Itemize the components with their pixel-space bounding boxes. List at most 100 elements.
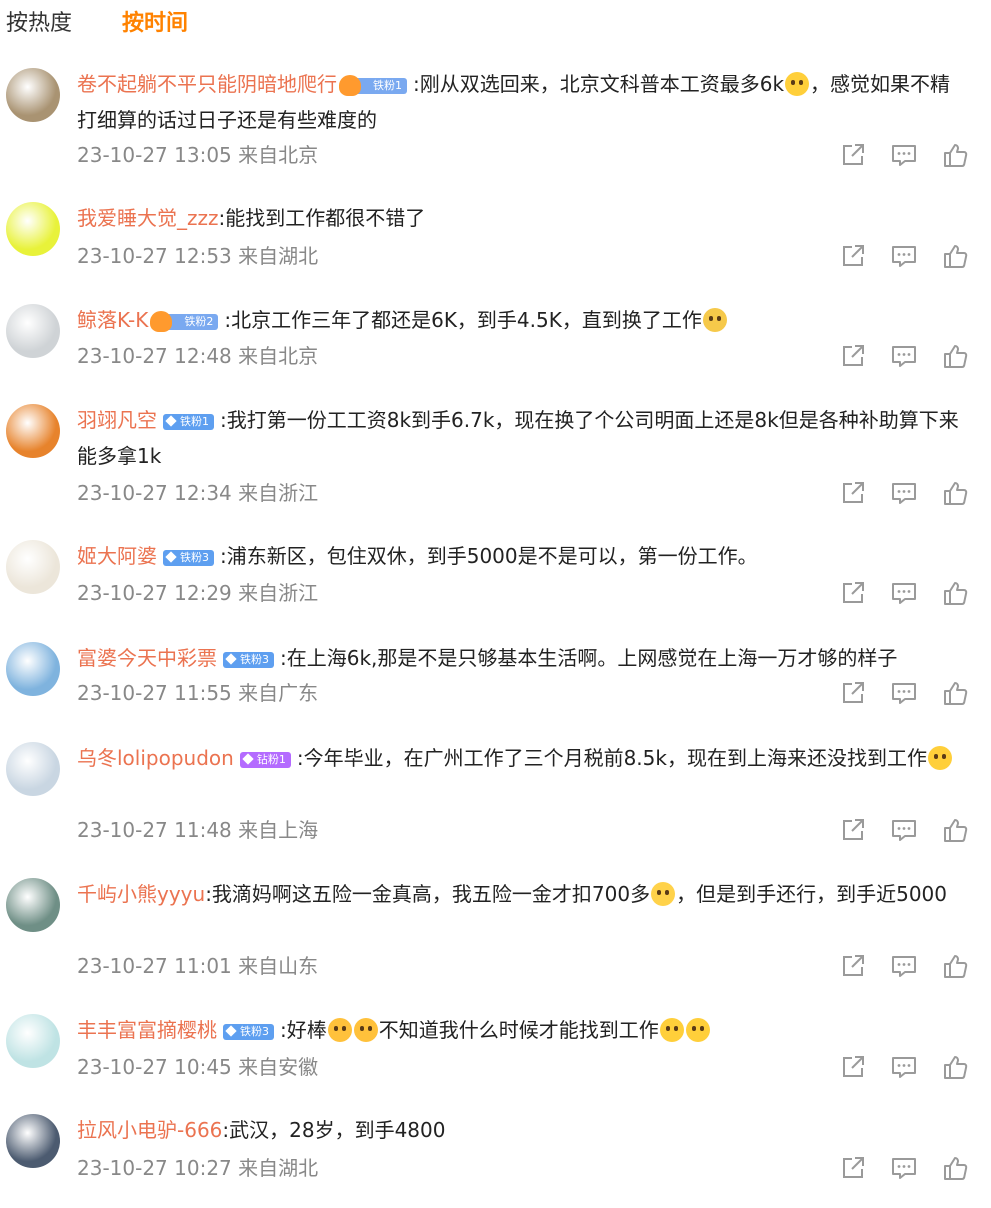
crying-emoji-icon	[785, 72, 810, 96]
comment-meta: 23-10-27 12:53 来自湖北	[77, 244, 319, 268]
fan-badge: 铁粉3	[223, 1024, 274, 1040]
comment-body: 丰丰富富摘樱桃 铁粉3:好棒 不知道我什么时候才能找到工作	[77, 1012, 969, 1048]
avatar[interactable]	[6, 540, 60, 594]
share-icon[interactable]	[839, 141, 867, 169]
username-link[interactable]: 乌冬lolipopudon	[77, 746, 234, 770]
comment-icon[interactable]	[890, 141, 918, 169]
comment-body: 千屿小熊yyyu:我滴妈啊这五险一金真高，我五险一金才扣700多 ，但是到手还行，…	[77, 876, 969, 912]
like-icon[interactable]	[941, 679, 969, 707]
share-icon[interactable]	[839, 952, 867, 980]
comment-text: 羽翊凡空 铁粉1:我打第一份工工资8k到手6.7k，现在换了个公司明面上还是8k但…	[77, 402, 969, 474]
fan-badge: 铁粉3	[163, 550, 214, 566]
comment-meta: 23-10-27 11:55 来自广东	[77, 681, 319, 705]
avatar[interactable]	[6, 1114, 60, 1168]
username-link[interactable]: 我爱睡大觉_zzz	[77, 206, 219, 230]
crying-emoji-icon	[659, 1018, 684, 1042]
like-icon[interactable]	[941, 579, 969, 607]
username-link[interactable]: 卷不起躺不平只能阴暗地爬行	[77, 72, 337, 96]
comment-text-a: :今年毕业，在广州工作了三个月税前8.5k，现在到上海来还没找到工作	[296, 746, 927, 770]
comment-icon[interactable]	[890, 679, 918, 707]
username-link[interactable]: 富婆今天中彩票	[77, 646, 217, 670]
avatar[interactable]	[6, 742, 60, 796]
comment-actions	[839, 952, 969, 980]
comment-text: 鲸落K-K 铁粉2:北京工作三年了都还是6K，到手4.5K，直到换了工作	[77, 302, 969, 338]
avatar[interactable]	[6, 404, 60, 458]
comment-text-a: :在上海6k,那是不是只够基本生活啊。上网感觉在上海一万才够的样子	[280, 646, 898, 670]
comment-body: 羽翊凡空 铁粉1:我打第一份工工资8k到手6.7k，现在换了个公司明面上还是8k但…	[77, 402, 969, 474]
username-link[interactable]: 拉风小电驴-666	[77, 1118, 222, 1142]
share-icon[interactable]	[839, 816, 867, 844]
comment-actions	[839, 679, 969, 707]
comment-text-a: :浦东新区，包住双休，到手5000是不是可以，第一份工作。	[220, 544, 758, 568]
avatar[interactable]	[6, 202, 60, 256]
like-icon[interactable]	[941, 479, 969, 507]
comment-meta: 23-10-27 10:45 来自安徽	[77, 1055, 319, 1079]
comment-text: 卷不起躺不平只能阴暗地爬行 铁粉1:刚从双选回来，北京文科普本工资最多6k ，感觉如…	[77, 66, 969, 138]
comment-body: 乌冬lolipopudon 钻粉1 :今年毕业，在广州工作了三个月税前8.5k，现在…	[77, 740, 969, 776]
comment-icon[interactable]	[890, 342, 918, 370]
sad-emoji-icon	[702, 308, 727, 332]
comment-text-b: ，但是到手还行，到手近5000	[676, 882, 948, 906]
share-icon[interactable]	[839, 1053, 867, 1081]
avatar[interactable]	[6, 642, 60, 696]
share-icon[interactable]	[839, 1154, 867, 1182]
tab-by-hot[interactable]: 按热度	[6, 10, 72, 38]
avatar[interactable]	[6, 304, 60, 358]
comment-body: 鲸落K-K 铁粉2:北京工作三年了都还是6K，到手4.5K，直到换了工作	[77, 302, 969, 338]
comment-icon[interactable]	[890, 1053, 918, 1081]
avatar[interactable]	[6, 1014, 60, 1068]
comment-text: 千屿小熊yyyu:我滴妈啊这五险一金真高，我五险一金才扣700多 ，但是到手还行，…	[77, 876, 969, 912]
share-icon[interactable]	[839, 579, 867, 607]
username-link[interactable]: 羽翊凡空	[77, 408, 157, 432]
like-icon[interactable]	[941, 342, 969, 370]
fan-badge: 铁粉1	[339, 75, 407, 96]
username-link[interactable]: 姬大阿婆	[77, 544, 157, 568]
comment-meta: 23-10-27 10:27 来自湖北	[77, 1156, 319, 1180]
comment-body: 拉风小电驴-666:武汉，28岁，到手4800	[77, 1112, 969, 1148]
avatar[interactable]	[6, 68, 60, 122]
like-icon[interactable]	[941, 952, 969, 980]
comment-icon[interactable]	[890, 479, 918, 507]
comment-icon[interactable]	[890, 1154, 918, 1182]
comment-text: 我爱睡大觉_zzz:能找到工作都很不错了	[77, 200, 969, 236]
fan-badge: 铁粉1	[163, 414, 214, 430]
like-icon[interactable]	[941, 141, 969, 169]
comment-meta: 23-10-27 12:34 来自浙江	[77, 481, 319, 505]
share-icon[interactable]	[839, 242, 867, 270]
comment-body: 姬大阿婆 铁粉3 :浦东新区，包住双休，到手5000是不是可以，第一份工作。	[77, 538, 969, 574]
comment-body: 卷不起躺不平只能阴暗地爬行 铁粉1:刚从双选回来，北京文科普本工资最多6k ，感觉如…	[77, 66, 969, 138]
avatar[interactable]	[6, 878, 60, 932]
like-icon[interactable]	[941, 242, 969, 270]
share-icon[interactable]	[839, 479, 867, 507]
comment-actions	[839, 479, 969, 507]
comment-icon[interactable]	[890, 579, 918, 607]
comment-body: 我爱睡大觉_zzz:能找到工作都很不错了	[77, 200, 969, 236]
comment-text-a: :好棒	[280, 1018, 327, 1042]
share-icon[interactable]	[839, 342, 867, 370]
comment-icon[interactable]	[890, 816, 918, 844]
crying-emoji-icon	[927, 746, 952, 770]
comment-actions	[839, 1154, 969, 1182]
comment-text: 姬大阿婆 铁粉3 :浦东新区，包住双休，到手5000是不是可以，第一份工作。	[77, 538, 969, 574]
like-icon[interactable]	[941, 1053, 969, 1081]
like-icon[interactable]	[941, 816, 969, 844]
comment-text: 乌冬lolipopudon 钻粉1 :今年毕业，在广州工作了三个月税前8.5k，现在…	[77, 740, 969, 776]
comment-text-a: :武汉，28岁，到手4800	[222, 1118, 446, 1142]
comment-icon[interactable]	[890, 952, 918, 980]
fan-badge: 钻粉1	[239, 752, 291, 768]
laugh-cry-emoji-icon	[651, 882, 676, 906]
comment-actions	[839, 1053, 969, 1081]
sort-tabs: 按热度 按时间	[0, 0, 991, 50]
tab-by-time[interactable]: 按时间	[122, 10, 188, 38]
username-link[interactable]: 丰丰富富摘樱桃	[77, 1018, 217, 1042]
share-icon[interactable]	[839, 679, 867, 707]
comment-icon[interactable]	[890, 242, 918, 270]
like-icon[interactable]	[941, 1154, 969, 1182]
fan-badge: 铁粉3	[223, 652, 274, 668]
comment-text: 拉风小电驴-666:武汉，28岁，到手4800	[77, 1112, 969, 1148]
comment-meta: 23-10-27 12:48 来自北京	[77, 344, 319, 368]
comment-actions	[839, 242, 969, 270]
username-link[interactable]: 鲸落K-K	[77, 308, 148, 332]
username-link[interactable]: 千屿小熊yyyu	[77, 882, 205, 906]
comment-text-a: :刚从双选回来，北京文科普本工资最多6k	[413, 72, 785, 96]
